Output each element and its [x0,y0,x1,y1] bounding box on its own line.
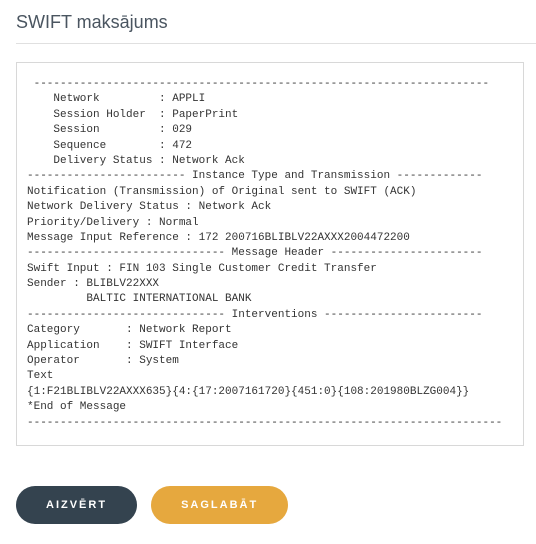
page-title: SWIFT maksājums [16,12,536,33]
swift-message-body: ----------------------------------------… [16,62,524,446]
close-button[interactable]: AIZVĒRT [16,486,137,524]
save-button[interactable]: SAGLABĀT [151,486,288,524]
button-row: AIZVĒRT SAGLABĀT [16,486,536,524]
divider [16,43,536,44]
